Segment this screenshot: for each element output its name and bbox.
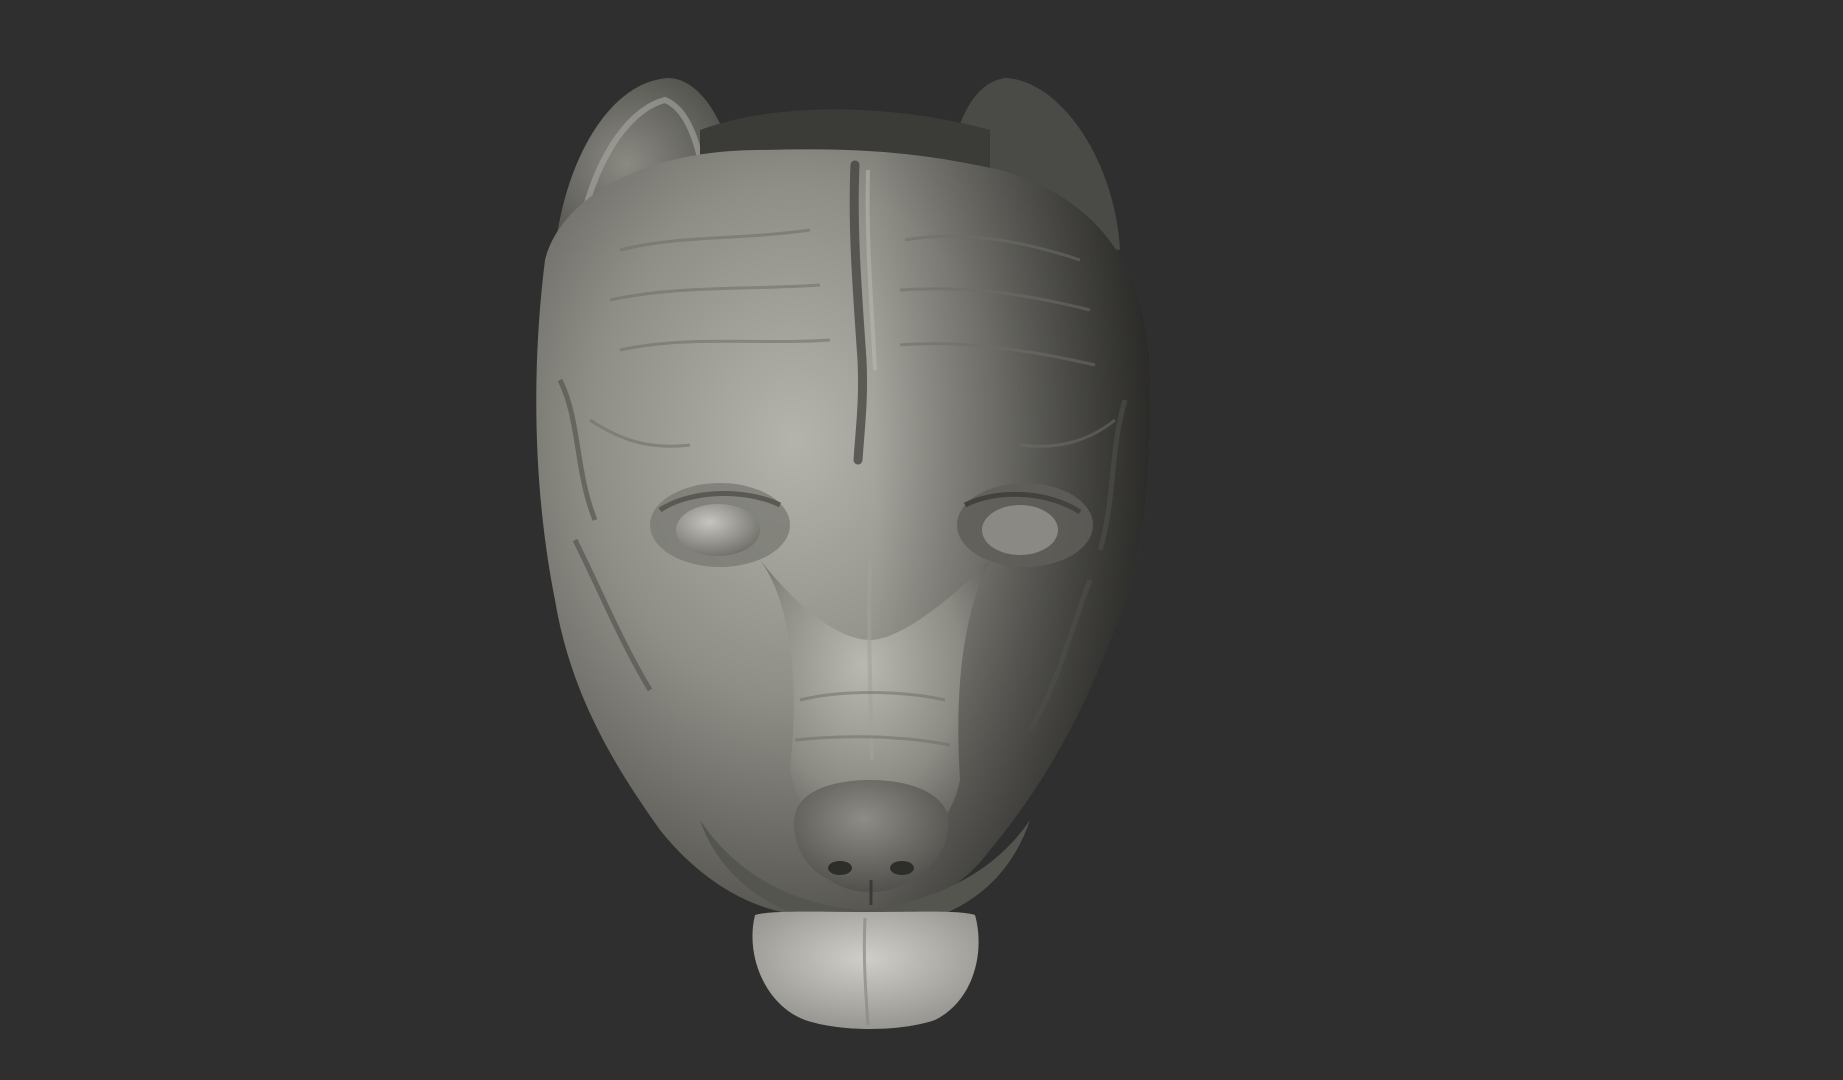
right-eye bbox=[982, 505, 1058, 555]
dog-head-sculpt bbox=[536, 78, 1151, 1029]
left-eye bbox=[676, 504, 760, 556]
sculpt-viewport[interactable] bbox=[0, 0, 1843, 1080]
